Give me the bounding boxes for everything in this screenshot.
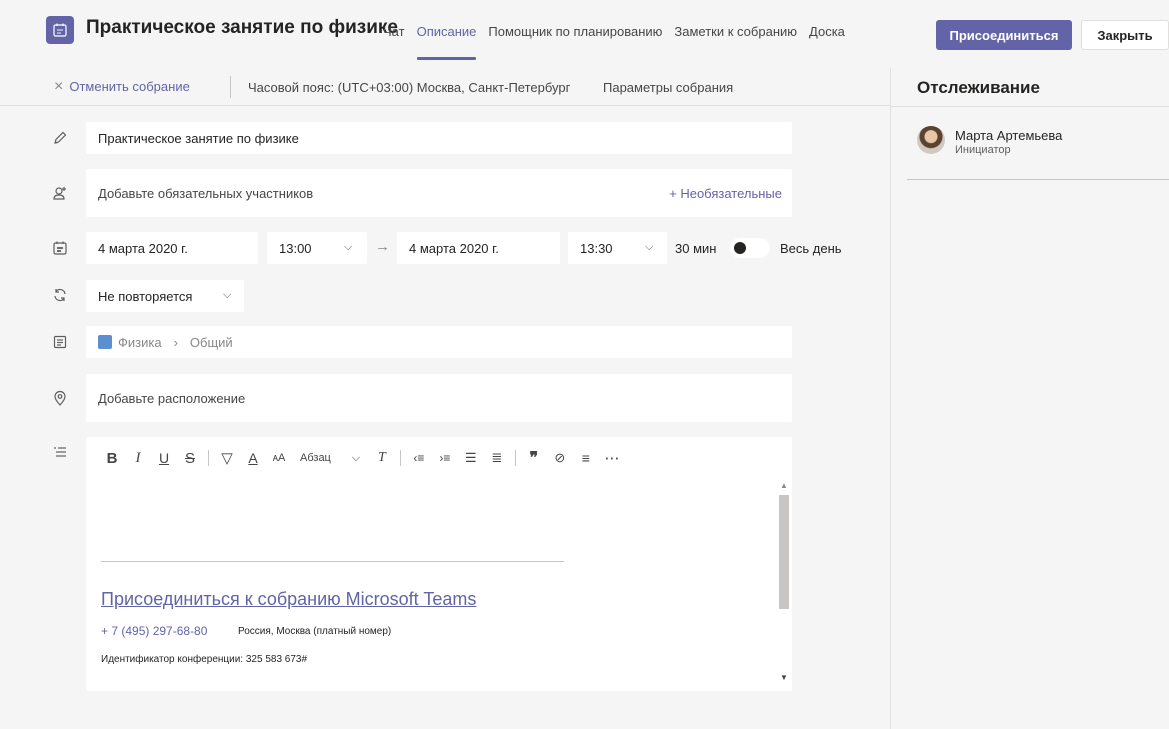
- join-teams-meeting-link[interactable]: Присоединиться к собранию Microsoft Team…: [101, 589, 476, 610]
- location-input[interactable]: Добавьте расположение: [86, 374, 792, 422]
- chevron-down-icon: ⌵: [645, 241, 654, 253]
- tab-whiteboard[interactable]: Доска: [809, 24, 845, 62]
- format-divider: [514, 450, 516, 466]
- tab-chat[interactable]: Чат: [383, 24, 405, 62]
- start-time-value: 13:00: [279, 240, 312, 256]
- join-button[interactable]: Присоединиться: [936, 20, 1072, 50]
- format-toolbar: B I U S ▽ A ᴀA Абзац ⌵ T ‹≡ ›≡ ☰ ≣ ❞ ⊘ ≡…: [86, 437, 792, 479]
- close-icon: ×: [54, 78, 64, 95]
- page-title: Практическое занятие по физике: [86, 17, 398, 38]
- italic-icon[interactable]: I: [125, 450, 151, 467]
- pencil-icon: [50, 128, 70, 148]
- align-center-icon[interactable]: ≡: [573, 450, 599, 466]
- bold-icon[interactable]: B: [99, 450, 125, 467]
- editor-scrollbar[interactable]: ▲ ▼: [776, 479, 792, 691]
- description-editor[interactable]: B I U S ▽ A ᴀA Абзац ⌵ T ‹≡ ›≡ ☰ ≣ ❞ ⊘ ≡…: [86, 437, 792, 691]
- scroll-thumb[interactable]: [779, 495, 789, 609]
- attendee-role: Инициатор: [955, 144, 1011, 156]
- attendees-input[interactable]: Добавьте обязательных участников + Необя…: [86, 169, 792, 217]
- channel-name: Общий: [189, 334, 233, 350]
- attendee-name: Марта Артемьева: [955, 128, 1063, 143]
- calendar-app-icon: [46, 16, 74, 44]
- add-person-icon: [50, 183, 70, 203]
- channel-icon: [50, 332, 70, 352]
- tab-description[interactable]: Описание: [416, 24, 476, 62]
- end-time-picker[interactable]: 13:30 ⌵: [568, 232, 667, 264]
- paragraph-style-select[interactable]: Абзац: [292, 452, 343, 464]
- scroll-down-icon[interactable]: ▼: [780, 673, 788, 682]
- bullet-list-icon[interactable]: ☰: [458, 450, 484, 466]
- description-list-icon: [50, 443, 70, 463]
- meeting-title-input[interactable]: [86, 122, 792, 154]
- editor-divider: [101, 561, 564, 562]
- team-icon: [98, 335, 112, 349]
- repeat-value: Не повторяется: [98, 288, 193, 304]
- font-size-icon[interactable]: ᴀA: [266, 452, 292, 464]
- attendees-placeholder: Добавьте обязательных участников: [98, 185, 314, 201]
- tracking-title: Отслеживание: [917, 78, 1040, 97]
- highlight-icon[interactable]: ▽: [214, 449, 240, 467]
- end-time-value: 13:30: [580, 240, 613, 256]
- calendar-icon: [50, 238, 70, 258]
- phone-note: Россия, Москва (платный номер): [238, 626, 392, 637]
- repeat-select[interactable]: Не повторяется ⌵: [86, 280, 244, 312]
- all-day-toggle[interactable]: [730, 238, 770, 258]
- conference-id: Идентификатор конференции: 325 583 673#: [101, 654, 308, 665]
- clear-format-icon[interactable]: T: [369, 450, 395, 466]
- numbered-list-icon[interactable]: ≣: [484, 450, 510, 466]
- repeat-icon: [50, 285, 70, 305]
- chevron-down-icon: ⌵: [344, 241, 353, 253]
- channel-team: Физика: [118, 334, 162, 350]
- start-date-picker[interactable]: 4 марта 2020 г.: [86, 232, 258, 264]
- all-day-label: Весь день: [780, 241, 842, 256]
- decrease-indent-icon[interactable]: ‹≡: [406, 451, 432, 465]
- chevron-down-icon: ⌵: [223, 289, 232, 301]
- meeting-toolbar: × Отменить собрание Часовой пояс: (UTC+0…: [0, 68, 890, 106]
- strikethrough-icon[interactable]: S: [177, 450, 203, 467]
- chevron-right-icon: ›: [173, 334, 178, 350]
- optional-attendees-link[interactable]: + Необязательные: [669, 186, 782, 201]
- toolbar-divider: [230, 76, 231, 98]
- toggle-knob: [734, 242, 746, 254]
- channel-picker[interactable]: Физика › Общий: [86, 326, 792, 358]
- quote-icon[interactable]: ❞: [521, 448, 547, 468]
- app-header: Практическое занятие по физике Чат Описа…: [0, 0, 1169, 62]
- tab-bar: Чат Описание Помощник по планированию За…: [383, 24, 845, 62]
- location-pin-icon: [50, 388, 70, 408]
- format-divider: [399, 450, 401, 466]
- font-color-icon[interactable]: A: [240, 450, 266, 466]
- increase-indent-icon[interactable]: ›≡: [432, 451, 458, 465]
- tab-scheduling-assistant[interactable]: Помощник по планированию: [488, 24, 662, 62]
- chevron-down-icon[interactable]: ⌵: [343, 452, 369, 465]
- tab-meeting-notes[interactable]: Заметки к собранию: [674, 24, 797, 62]
- tracking-divider: [891, 106, 1169, 107]
- arrow-right-icon: →: [375, 238, 390, 255]
- avatar: [917, 126, 945, 154]
- duration-label: 30 мин: [675, 241, 717, 256]
- scroll-up-icon[interactable]: ▲: [780, 481, 788, 490]
- phone-number-link[interactable]: + 7 (495) 297-68-80: [101, 624, 207, 638]
- start-time-picker[interactable]: 13:00 ⌵: [267, 232, 367, 264]
- cancel-meeting-button[interactable]: × Отменить собрание: [54, 78, 190, 95]
- cancel-meeting-label: Отменить собрание: [69, 79, 190, 94]
- more-options-icon[interactable]: ⋯: [599, 449, 625, 467]
- format-divider: [208, 450, 209, 466]
- tracking-pane: Отслеживание Марта Артемьева Инициатор: [890, 68, 1169, 729]
- meeting-options-button[interactable]: Параметры собрания: [603, 80, 733, 95]
- underline-icon[interactable]: U: [151, 450, 177, 466]
- timezone-button[interactable]: Часовой пояс: (UTC+03:00) Москва, Санкт-…: [248, 80, 570, 95]
- close-button[interactable]: Закрыть: [1081, 20, 1169, 50]
- link-icon[interactable]: ⊘: [547, 450, 573, 466]
- attendee-divider: [907, 179, 1169, 180]
- attendee-organizer[interactable]: Марта Артемьева Инициатор: [917, 126, 1062, 156]
- end-date-picker[interactable]: 4 марта 2020 г.: [397, 232, 560, 264]
